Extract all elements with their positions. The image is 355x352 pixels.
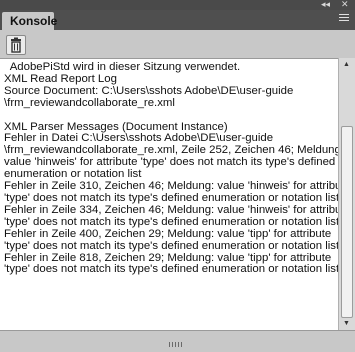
- panel-menu-icon[interactable]: [339, 14, 349, 24]
- console-line: 'type' does not match its type's defined…: [4, 263, 338, 276]
- panel-top-strip: ◂◂ ✕: [0, 0, 355, 10]
- close-icon[interactable]: ✕: [341, 0, 349, 10]
- console-line: 'type' does not match its type's defined…: [4, 239, 338, 252]
- console-line: 'type' does not match its type's defined…: [4, 215, 338, 228]
- collapse-icon[interactable]: ◂◂: [321, 0, 330, 10]
- tab-konsole[interactable]: Konsole: [2, 12, 57, 30]
- console-line: Fehler in Zeile 400, Zeichen 29; Meldung…: [4, 227, 332, 240]
- scroll-up-icon[interactable]: ▲: [343, 61, 350, 69]
- trash-icon: [11, 37, 21, 53]
- clear-console-button[interactable]: [6, 35, 26, 55]
- vertical-scrollbar[interactable]: ▲ ▼: [338, 58, 355, 330]
- scroll-down-icon[interactable]: ▼: [343, 320, 350, 328]
- console-line: Source Document: C:\Users\sshots Adobe\D…: [4, 84, 294, 97]
- console-line: Fehler in Zeile 334, Zeichen 46; Meldung…: [4, 203, 338, 216]
- scrollbar-thumb[interactable]: [341, 126, 353, 318]
- panel-bottom-bar: [0, 330, 355, 347]
- console-output[interactable]: AdobePiStd wird in dieser Sitzung verwen…: [0, 58, 338, 330]
- console-line: \frm_reviewandcollaborate_re.xml: [4, 96, 175, 109]
- console-toolbar: [0, 30, 355, 58]
- panel-tab-bar: Konsole: [0, 10, 355, 30]
- resize-grip-icon[interactable]: [169, 334, 185, 347]
